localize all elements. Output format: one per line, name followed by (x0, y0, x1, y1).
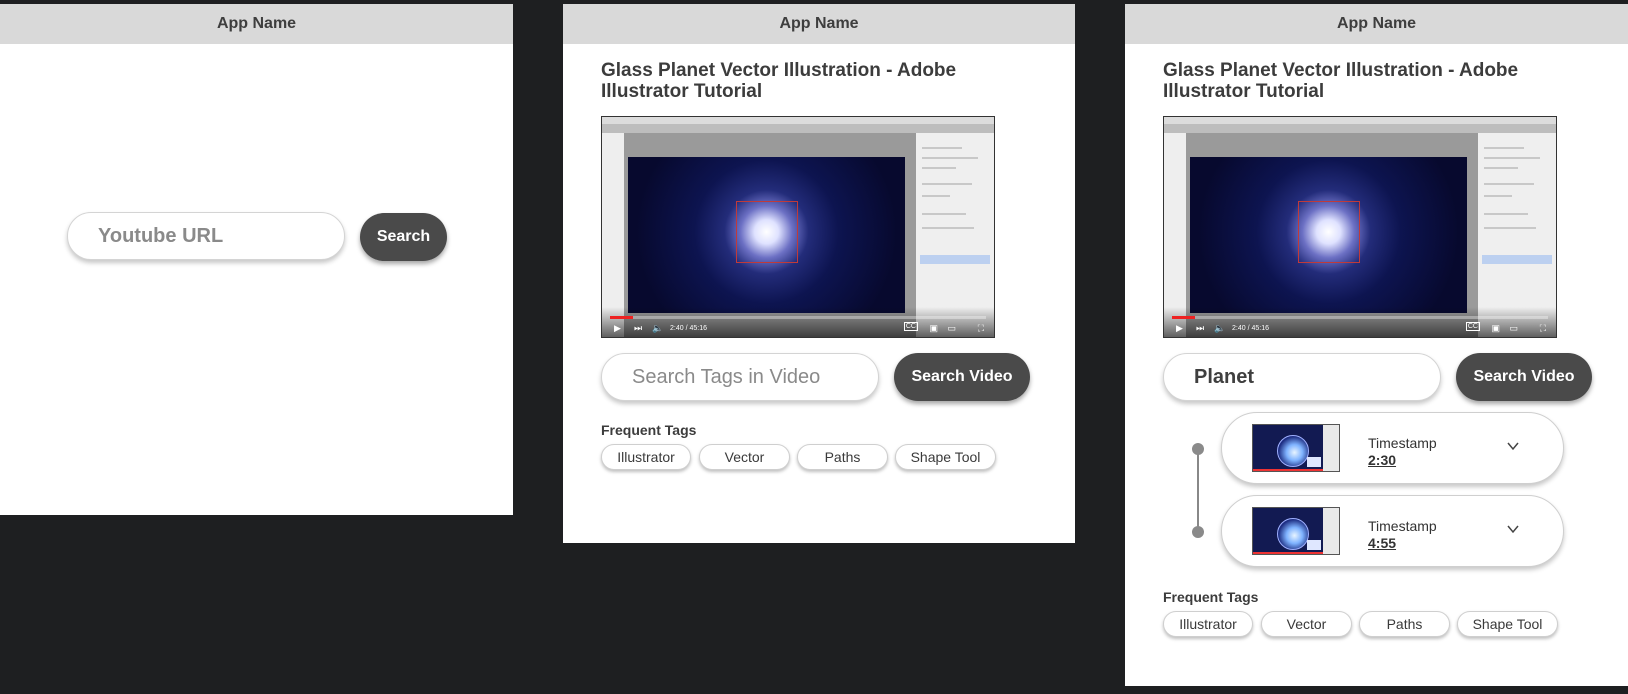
next-icon[interactable]: ⏭ (634, 323, 642, 333)
tag-label: Vector (724, 449, 765, 465)
youtube-url-placeholder: Youtube URL (98, 224, 224, 247)
chevron-down-icon[interactable] (1506, 439, 1520, 453)
timestamp-link[interactable]: 4:55 (1368, 535, 1396, 551)
fullscreen-icon[interactable]: ⛶ (1540, 323, 1546, 333)
tag-chip[interactable]: Vector (699, 444, 790, 470)
result-card[interactable]: Timestamp 4:55 (1221, 495, 1564, 567)
video-player[interactable]: ▶ ⏭ 🔈 2:40 / 45:16 CC ▣ ▭ ⛶ (1163, 116, 1557, 338)
video-frame-selection-box (736, 201, 798, 263)
screen-search-results: App Name Glass Planet Vector Illustratio… (1125, 4, 1628, 686)
tag-label: Paths (1386, 616, 1423, 632)
video-title: Glass Planet Vector Illustration - Adobe… (601, 60, 957, 102)
video-controls: ▶ ⏭ 🔈 2:40 / 45:16 CC ▣ ▭ ⛶ (1164, 307, 1556, 337)
video-frame-tabs (602, 124, 994, 133)
video-controls: ▶ ⏭ 🔈 2:40 / 45:16 CC ▣ ▭ ⛶ (602, 307, 994, 337)
search-video-label: Search Video (1473, 368, 1575, 385)
captions-icon[interactable]: CC (903, 322, 918, 331)
video-time: 2:40 / 45:16 (1232, 325, 1269, 332)
video-frame-menubar (602, 117, 994, 124)
video-player[interactable]: ▶ ⏭ 🔈 2:40 / 45:16 CC ▣ ▭ ⛶ (601, 116, 995, 338)
play-icon[interactable]: ▶ (614, 323, 621, 333)
video-frame-menubar (1164, 117, 1556, 124)
theater-icon[interactable]: ▭ (947, 323, 956, 333)
captions-icon[interactable]: CC (1465, 322, 1480, 331)
app-title: App Name (216, 15, 297, 32)
tag-search-input[interactable]: Search Tags in Video (601, 353, 879, 401)
search-video-label: Search Video (911, 368, 1013, 385)
volume-icon[interactable]: 🔈 (652, 323, 663, 333)
search-video-button[interactable]: Search Video (894, 353, 1030, 401)
play-icon[interactable]: ▶ (1176, 323, 1183, 333)
timestamp-label: Timestamp (1368, 435, 1437, 451)
tag-chip[interactable]: Shape Tool (1457, 611, 1558, 637)
app-title: App Name (1336, 15, 1417, 32)
miniplayer-icon[interactable]: ▣ (929, 323, 938, 333)
video-frame-selection-box (1298, 201, 1360, 263)
tag-chip[interactable]: Paths (797, 444, 888, 470)
result-thumbnail (1252, 507, 1340, 555)
tag-label: Vector (1286, 616, 1327, 632)
video-title: Glass Planet Vector Illustration - Adobe… (1163, 60, 1519, 102)
tag-search-placeholder: Search Tags in Video (632, 365, 821, 388)
theater-icon[interactable]: ▭ (1509, 323, 1518, 333)
next-icon[interactable]: ⏭ (1196, 323, 1204, 333)
tag-label: Illustrator (617, 449, 675, 465)
tag-chip[interactable]: Illustrator (601, 444, 691, 470)
frequent-tags-heading: Frequent Tags (601, 422, 697, 438)
app-title: App Name (779, 15, 859, 32)
tag-label: Paths (824, 449, 861, 465)
frequent-tags-heading: Frequent Tags (1163, 589, 1259, 605)
volume-icon[interactable]: 🔈 (1214, 323, 1225, 333)
video-frame-canvas (628, 157, 905, 313)
video-time: 2:40 / 45:16 (670, 325, 707, 332)
video-progress-bar[interactable] (610, 316, 986, 319)
video-frame-canvas (1190, 157, 1467, 313)
search-button[interactable]: Search (360, 213, 447, 261)
tag-chip[interactable]: Illustrator (1163, 611, 1253, 637)
app-bar: App Name (563, 4, 1075, 44)
tag-label: Illustrator (1179, 616, 1237, 632)
result-thumbnail (1252, 424, 1340, 472)
results-timeline (1197, 449, 1199, 532)
timeline-dot (1192, 443, 1204, 455)
video-progress-fill (1172, 316, 1195, 319)
result-card[interactable]: Timestamp 2:30 (1221, 412, 1564, 484)
youtube-url-input[interactable]: Youtube URL (67, 212, 345, 260)
fullscreen-icon[interactable]: ⛶ (978, 323, 984, 333)
app-bar: App Name (1125, 4, 1628, 44)
timestamp-link[interactable]: 2:30 (1368, 452, 1396, 468)
timestamp-label: Timestamp (1368, 518, 1437, 534)
video-progress-fill (610, 316, 633, 319)
chevron-down-icon[interactable] (1506, 522, 1520, 536)
miniplayer-icon[interactable]: ▣ (1491, 323, 1500, 333)
tag-chip[interactable]: Paths (1359, 611, 1450, 637)
tag-search-input[interactable]: Planet (1163, 353, 1441, 401)
timeline-dot (1192, 526, 1204, 538)
tag-search-value: Planet (1194, 365, 1255, 388)
search-button-label: Search (376, 228, 431, 245)
tag-label: Shape Tool (1472, 616, 1543, 632)
app-bar: App Name (0, 4, 513, 44)
tag-label: Shape Tool (910, 449, 981, 465)
tag-chip[interactable]: Shape Tool (895, 444, 996, 470)
tag-chip[interactable]: Vector (1261, 611, 1352, 637)
video-progress-bar[interactable] (1172, 316, 1548, 319)
video-frame-tabs (1164, 124, 1556, 133)
screen-video-view: App Name Glass Planet Vector Illustratio… (563, 4, 1075, 543)
search-video-button[interactable]: Search Video (1456, 353, 1592, 401)
screen-url-entry: App Name Youtube URL Search (0, 4, 513, 515)
